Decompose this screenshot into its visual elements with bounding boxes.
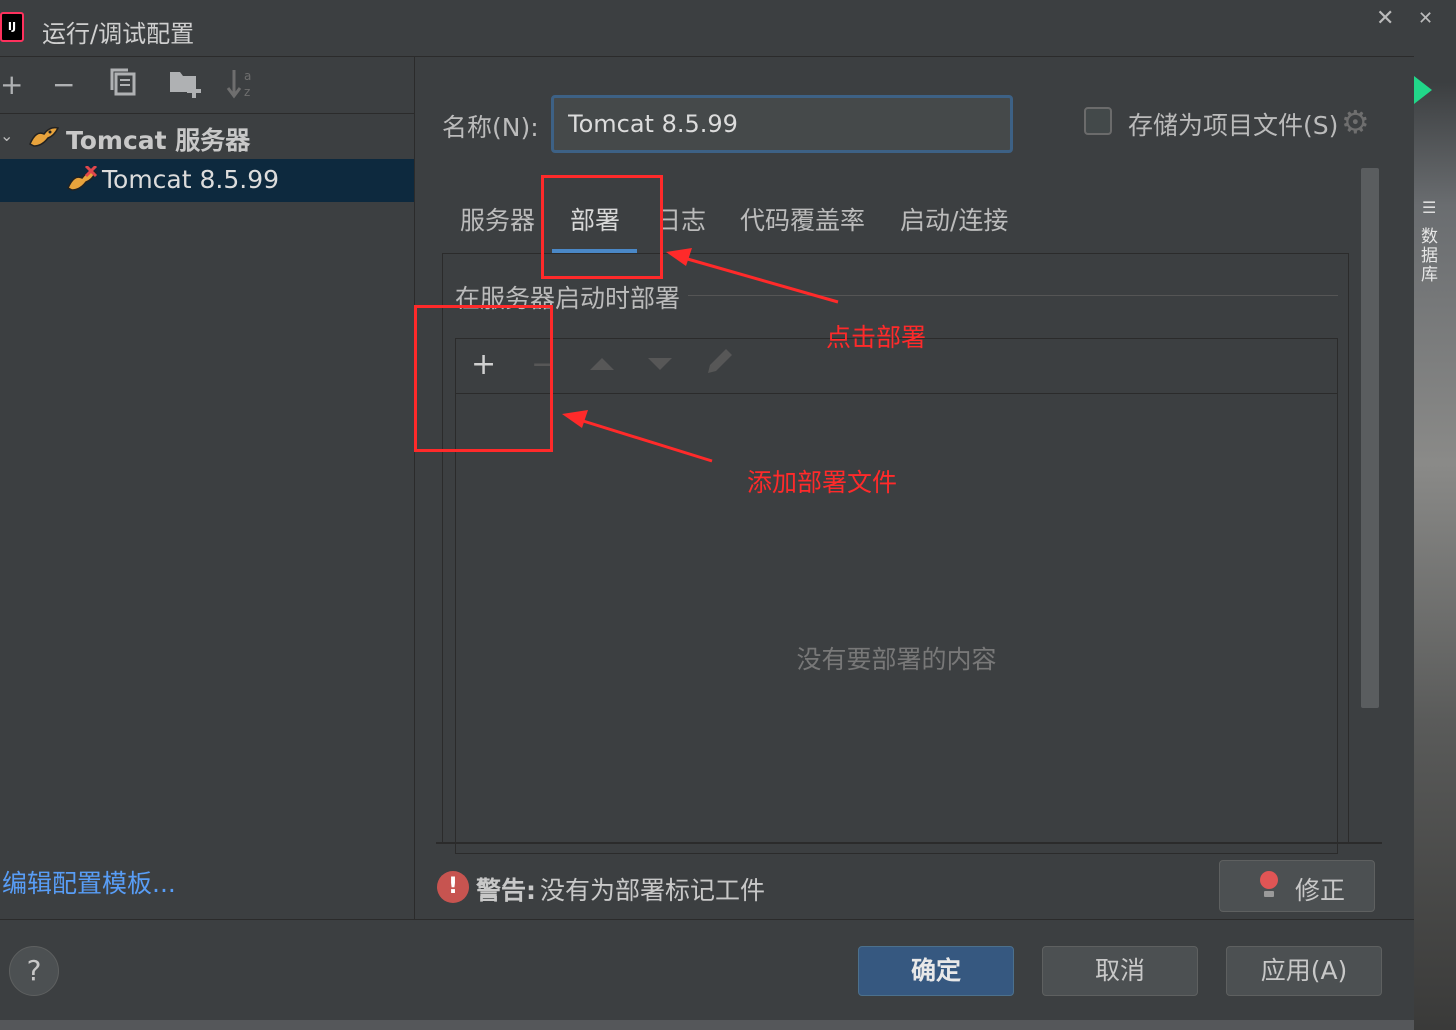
annotation-click-deploy: 点击部署 xyxy=(826,323,927,352)
name-label: 名称(N): xyxy=(442,113,539,142)
bottom-bar-divider xyxy=(0,919,1414,920)
annotation-box-deploy-tab xyxy=(541,175,663,279)
tree-group-tomcat-server[interactable]: Tomcat 服务器 xyxy=(66,121,250,157)
tab-logs[interactable]: 日志 xyxy=(656,201,706,237)
save-as-project-file-checkbox[interactable] xyxy=(1084,107,1112,135)
database-tool-window-label[interactable]: 数据库 xyxy=(1421,228,1441,285)
tab-server[interactable]: 服务器 xyxy=(460,201,535,237)
outer-close-icon[interactable]: ✕ xyxy=(1418,8,1433,29)
tree-expand-icon[interactable]: ⌄ xyxy=(0,126,13,145)
empty-list-text: 没有要部署的内容 xyxy=(796,645,997,674)
help-button[interactable]: ? xyxy=(9,946,59,996)
save-as-project-file-label[interactable]: 存储为项目文件(S) xyxy=(1128,106,1338,142)
warning-icon: ! xyxy=(437,871,469,903)
gear-icon[interactable]: ⚙ xyxy=(1341,103,1370,141)
lightbulb-base-icon xyxy=(1264,891,1274,897)
database-icon[interactable]: ☰ xyxy=(1422,198,1436,217)
svg-text:z: z xyxy=(244,85,250,99)
tomcat-error-icon xyxy=(66,164,100,192)
window-bottom-edge xyxy=(0,1020,1414,1030)
warning-text: 没有为部署标记工件 xyxy=(540,876,766,905)
tab-startup-connection[interactable]: 启动/连接 xyxy=(900,201,1008,237)
move-up-icon xyxy=(588,345,616,385)
run-debug-config-dialog: IJ 运行/调试配置 ✕ + − az ⌄ Tomcat 服务器 Tomcat … xyxy=(0,0,1414,1030)
content-divider xyxy=(436,842,1382,844)
tab-code-coverage[interactable]: 代码覆盖率 xyxy=(740,201,865,237)
tomcat-icon xyxy=(28,124,60,150)
dialog-title: 运行/调试配置 xyxy=(42,20,195,48)
warning-label: 警告: xyxy=(476,876,536,905)
move-down-icon xyxy=(646,345,674,385)
plus-icon[interactable]: + xyxy=(0,66,23,104)
fix-button[interactable]: 修正 xyxy=(1219,860,1375,912)
section-divider xyxy=(688,295,1338,296)
annotation-box-add-button xyxy=(414,305,553,452)
apply-button[interactable]: 应用(A) xyxy=(1226,946,1382,996)
copy-icon[interactable] xyxy=(108,66,138,108)
annotation-add-deploy-file: 添加部署文件 xyxy=(747,468,898,497)
minus-icon[interactable]: − xyxy=(52,66,75,104)
lightbulb-error-icon xyxy=(1260,871,1278,889)
new-folder-icon[interactable] xyxy=(168,66,202,108)
scrollbar[interactable] xyxy=(1361,168,1379,708)
name-field[interactable] xyxy=(551,95,1013,153)
title-bar xyxy=(0,0,1414,57)
svg-text:a: a xyxy=(244,69,251,83)
name-input[interactable] xyxy=(568,106,988,142)
intellij-app-icon: IJ xyxy=(0,12,24,42)
edit-pencil-icon xyxy=(704,345,736,388)
background-window xyxy=(1414,0,1456,1030)
fix-button-label: 修正 xyxy=(1295,876,1346,905)
edit-templates-link[interactable]: 编辑配置模板... xyxy=(2,864,176,900)
sort-alphabetical-icon[interactable]: az xyxy=(226,66,258,110)
close-icon[interactable]: ✕ xyxy=(1376,6,1394,31)
cancel-button[interactable]: 取消 xyxy=(1042,946,1198,996)
ide-logo-icon xyxy=(1414,76,1432,104)
ok-button[interactable]: 确定 xyxy=(858,946,1014,996)
tree-item-label[interactable]: Tomcat 8.5.99 xyxy=(102,165,279,194)
